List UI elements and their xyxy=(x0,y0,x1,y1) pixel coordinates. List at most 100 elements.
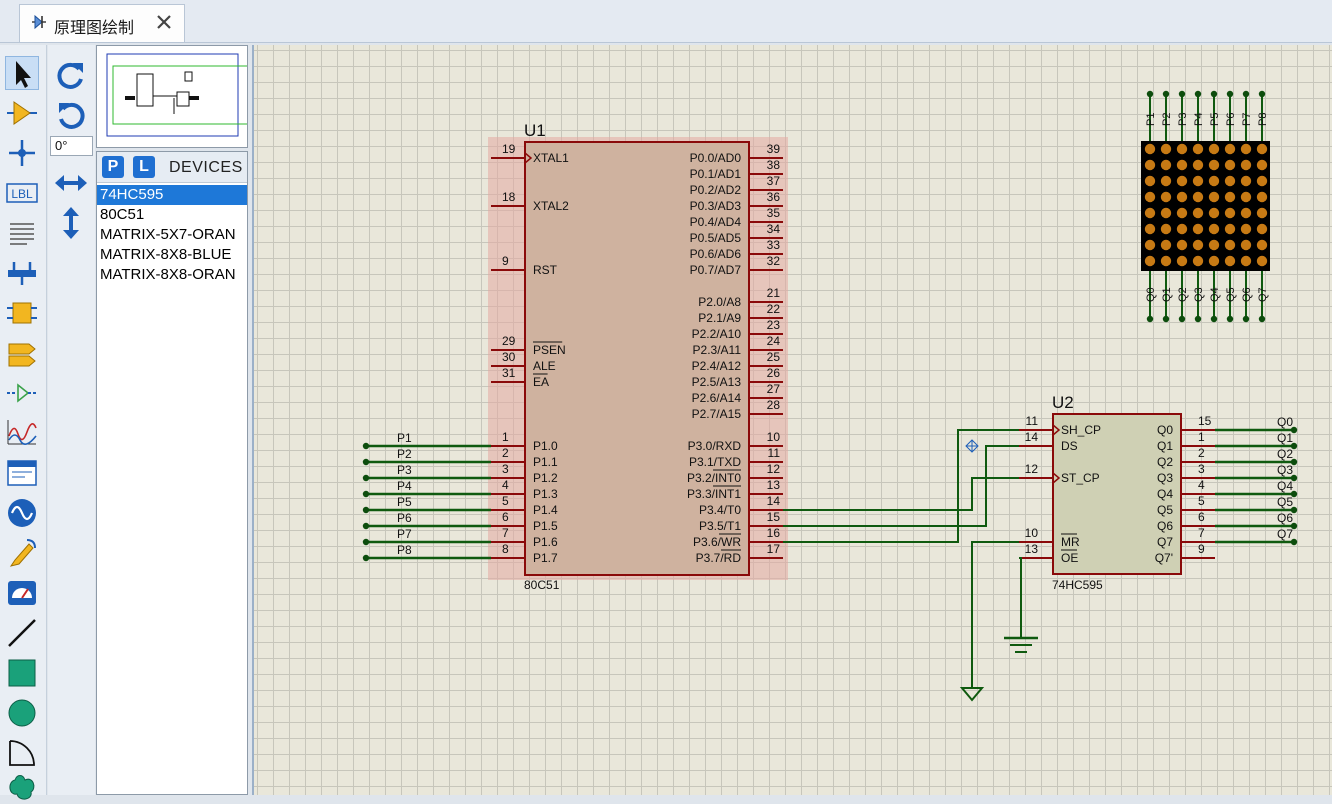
close-icon[interactable] xyxy=(153,11,175,33)
u2-pin-name: SH_CP xyxy=(1061,423,1101,437)
devices-title: DEVICES xyxy=(169,159,243,176)
led-dot xyxy=(1224,143,1236,155)
u2-pin-number: 1 xyxy=(1198,430,1205,444)
u2-pin-name: Q4 xyxy=(1157,487,1173,501)
wire-label-mode-button[interactable]: LBL xyxy=(5,176,39,210)
device-item[interactable]: MATRIX-8X8-BLUE xyxy=(97,245,247,265)
led-dot xyxy=(1176,159,1188,171)
led-matrix-body xyxy=(1141,141,1270,271)
u1-pin-name: P3.5/T1 xyxy=(699,519,741,533)
wire-terminal-dot xyxy=(362,522,370,530)
led-dot xyxy=(1160,143,1172,155)
device-item[interactable]: 80C51 xyxy=(97,205,247,225)
u1-pin-name: P1.2 xyxy=(533,471,558,485)
bus-mode-button[interactable] xyxy=(5,256,39,290)
p-net-label: P8 xyxy=(397,543,412,557)
matrix-bottom-label: Q1 xyxy=(1161,287,1173,302)
u1-pin-name: P3.2/INT0 xyxy=(687,471,741,485)
tape-recorder-mode-button[interactable] xyxy=(5,456,39,490)
led-dot xyxy=(1208,207,1220,219)
u1-pin-number: 34 xyxy=(767,222,781,236)
generator-mode-button[interactable] xyxy=(5,496,39,530)
generator-icon xyxy=(8,499,36,527)
led-dot xyxy=(1208,239,1220,251)
u1-pin-number: 36 xyxy=(767,190,781,204)
p-net-label: P3 xyxy=(397,463,412,477)
path-mode-button[interactable] xyxy=(5,770,39,804)
probe-mode-button[interactable] xyxy=(5,536,39,570)
junction-mode-button[interactable] xyxy=(5,136,39,170)
mirror-vertical-button[interactable] xyxy=(53,206,89,240)
device-item[interactable]: MATRIX-5X7-ORAN xyxy=(97,225,247,245)
schematic-canvas[interactable]: U1 80C51 19 XTAL1 18 XTAL2 9 RST 29 PSEN 30 ALE 31 EA… xyxy=(252,45,1332,795)
led-dot xyxy=(1144,255,1156,267)
arc-mode-button[interactable] xyxy=(5,736,39,770)
u1-reference: U1 xyxy=(524,121,546,140)
led-dot xyxy=(1176,255,1188,267)
mirror-horizontal-button[interactable] xyxy=(53,166,89,200)
u1-pin-name: P0.5/AD5 xyxy=(690,231,742,245)
rotate-anticlockwise-button[interactable] xyxy=(53,99,89,133)
u2-pin-number: 14 xyxy=(1025,430,1039,444)
orientation-toolbar xyxy=(48,45,95,795)
text-script-mode-button[interactable] xyxy=(5,216,39,250)
u2-pin-number: 13 xyxy=(1025,542,1039,556)
p-net-label: P6 xyxy=(397,511,412,525)
q-net-label: Q6 xyxy=(1277,511,1293,525)
circle-mode-button[interactable] xyxy=(5,696,39,730)
u1-pin-number: 12 xyxy=(767,462,781,476)
matrix-top-label: P5 xyxy=(1209,113,1221,126)
led-dot xyxy=(1240,159,1252,171)
terminal-icon xyxy=(8,343,36,367)
select-mode-button[interactable] xyxy=(5,56,39,90)
box-icon xyxy=(8,659,36,687)
led-dot xyxy=(1176,143,1188,155)
graph-mode-button[interactable] xyxy=(5,416,39,450)
voltage-probe-icon xyxy=(9,539,36,567)
subcircuit-mode-button[interactable] xyxy=(5,296,39,330)
u1-pin-name: P2.4/A12 xyxy=(692,359,742,373)
terminal-mode-button[interactable] xyxy=(5,336,39,370)
rotation-angle-field[interactable]: 0° xyxy=(50,136,93,156)
u2-pin-name: Q7 xyxy=(1157,535,1173,549)
matrix-top-label: P3 xyxy=(1177,113,1189,126)
line-mode-button[interactable] xyxy=(5,616,39,650)
device-item[interactable]: 74HC595 xyxy=(97,185,247,205)
led-dot xyxy=(1256,159,1268,171)
q-net-label: Q0 xyxy=(1277,415,1293,429)
pick-devices-button[interactable]: P xyxy=(102,156,124,178)
led-dot xyxy=(1224,255,1236,267)
u2-pin-number: 7 xyxy=(1198,526,1205,540)
tab-schematic[interactable]: 原理图绘制 xyxy=(19,4,185,42)
component-mode-button[interactable] xyxy=(5,96,39,130)
led-dot xyxy=(1192,191,1204,203)
box-mode-button[interactable] xyxy=(5,656,39,690)
u1-pin-name: P1.3 xyxy=(533,487,558,501)
path-icon xyxy=(9,775,35,800)
led-dot xyxy=(1240,207,1252,219)
led-dot xyxy=(1240,143,1252,155)
u2-pin-name: Q1 xyxy=(1157,439,1173,453)
device-item[interactable]: MATRIX-8X8-ORAN xyxy=(97,265,247,285)
matrix-bottom-label: Q4 xyxy=(1209,287,1221,302)
u1-type: 80C51 xyxy=(524,578,560,592)
wire-terminal-dot xyxy=(362,538,370,546)
u1-pin-number: 13 xyxy=(767,478,781,492)
u2-pin-name: Q3 xyxy=(1157,471,1173,485)
wire-terminal-dot xyxy=(362,458,370,466)
device-pin-mode-button[interactable] xyxy=(5,376,39,410)
library-manager-button[interactable]: L xyxy=(133,156,155,178)
u1-pin-name: P2.3/A11 xyxy=(693,343,742,357)
wire-terminal-dot xyxy=(362,442,370,450)
instrument-mode-button[interactable] xyxy=(5,576,39,610)
u1-pin-name: P1.5 xyxy=(533,519,558,533)
rotate-clockwise-button[interactable] xyxy=(53,59,89,93)
u1-pin-number: 28 xyxy=(767,398,781,412)
document-tab-bar: 原理图绘制 xyxy=(0,0,1332,43)
power-terminal xyxy=(959,687,985,702)
overview-window[interactable] xyxy=(96,45,254,148)
u1-pin-number: 29 xyxy=(502,334,516,348)
u1-pin-number: 32 xyxy=(767,254,781,268)
u1-pin-number: 1 xyxy=(502,430,509,444)
q-net-label: Q1 xyxy=(1277,431,1293,445)
